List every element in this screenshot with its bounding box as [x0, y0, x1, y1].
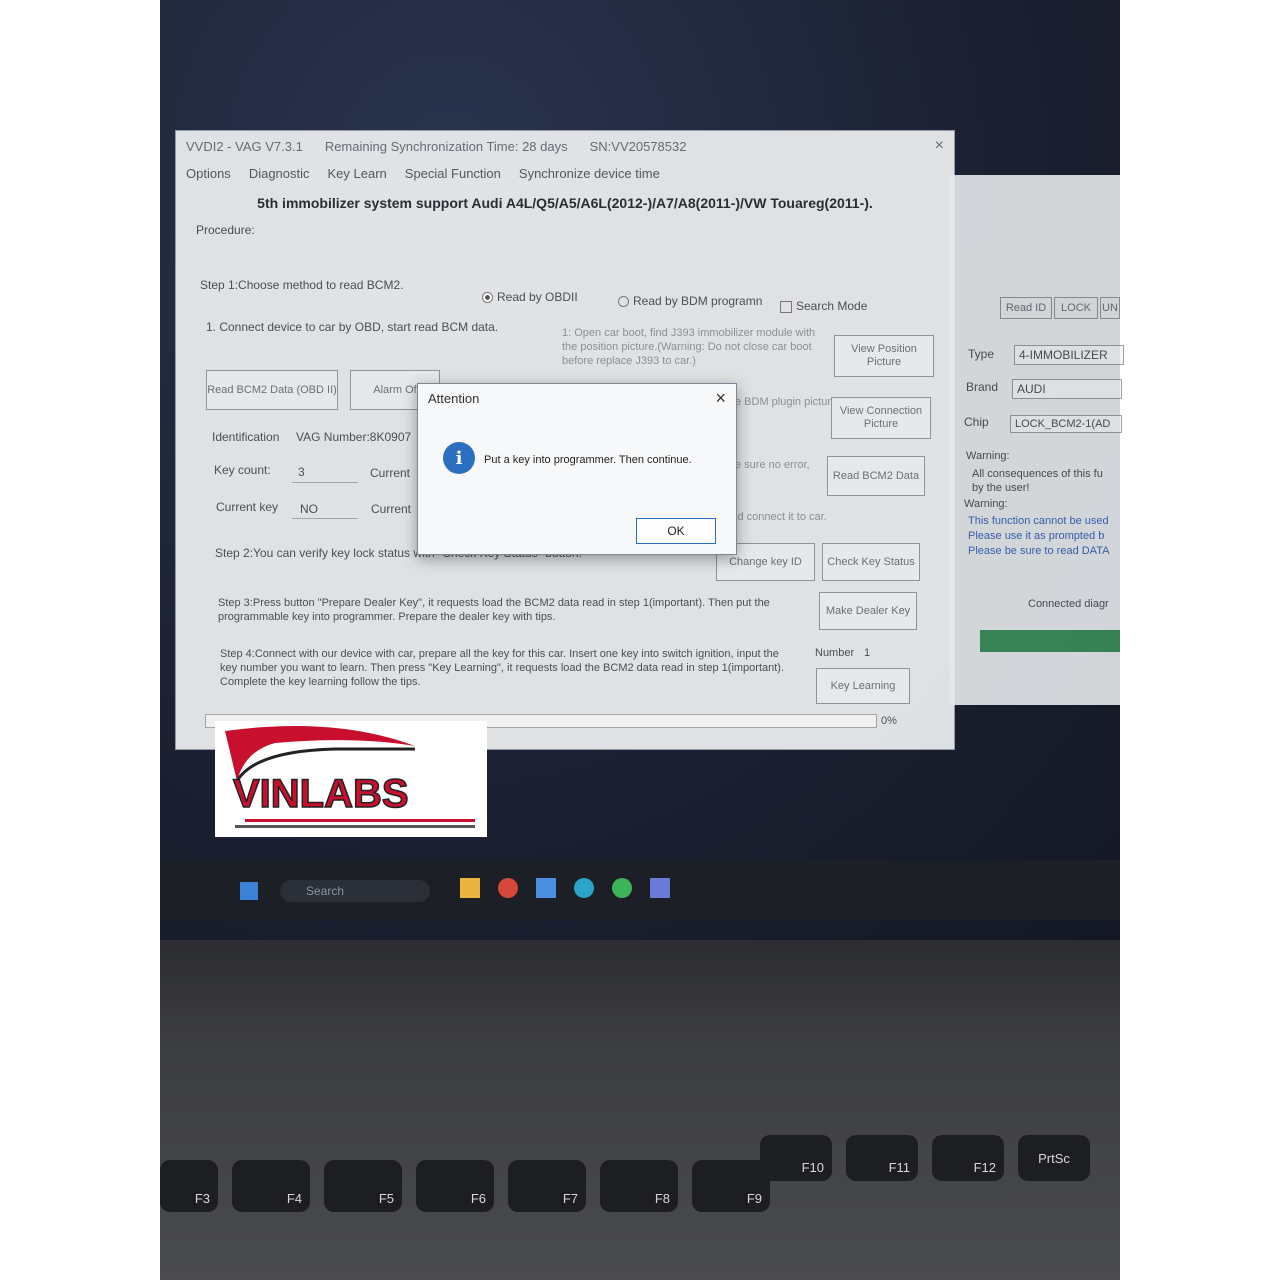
f12-key[interactable]: F12: [932, 1135, 1004, 1181]
current-key-label: Current key: [216, 500, 279, 514]
f9-key[interactable]: F9: [692, 1160, 770, 1212]
page-heading: 5th immobilizer system support Audi A4L/…: [257, 195, 873, 211]
prtsc-key[interactable]: PrtSc: [1018, 1135, 1090, 1181]
key-count-label: Key count:: [214, 463, 271, 477]
radio-bdm-label: Read by BDM programn: [633, 294, 763, 308]
current-key-field: [292, 518, 358, 519]
sync-time: Remaining Synchronization Time: 28 days: [324, 138, 568, 154]
read-bcm2-obd-button[interactable]: Read BCM2 Data (OBD II): [206, 370, 338, 410]
function-key-row-right: F10 F11 F12 PrtSc: [760, 1135, 1090, 1181]
radio-read-bdm[interactable]: Read by BDM programn: [618, 294, 762, 308]
check-key-status-button[interactable]: Check Key Status: [822, 543, 920, 581]
app-title: VVDI2 - VAG V7.3.1: [186, 138, 303, 154]
file-explorer-icon[interactable]: [460, 878, 480, 898]
key-learning-button[interactable]: Key Learning: [816, 668, 910, 704]
checkbox-icon: [780, 300, 792, 313]
number-value: 1: [864, 647, 871, 659]
chip-field: LOCK_BCM2-1(AD: [1010, 415, 1122, 433]
radio-read-obd[interactable]: Read by OBDII: [482, 290, 578, 304]
lock-button[interactable]: LOCK: [1054, 297, 1098, 319]
search-mode-label: Search Mode: [796, 299, 868, 313]
right-panel: Read ID LOCK UN Type 4-IMMOBILIZER Brand…: [950, 175, 1124, 705]
connection-diagram-image: [980, 630, 1120, 652]
warning1-text: All consequences of this fu by the user!: [972, 468, 1103, 494]
type-label: Type: [968, 347, 995, 361]
whatsapp-icon[interactable]: [612, 878, 632, 898]
function-key-row: F3 F4 F5 F6 F7 F8 F9: [160, 1160, 770, 1212]
menu-sync-time[interactable]: Synchronize device time: [519, 166, 660, 181]
progress-percent: 0%: [881, 715, 897, 727]
laptop-keyboard: F3 F4 F5 F6 F7 F8 F9 F10 F11 F12 PrtSc: [160, 940, 1120, 1280]
current-key-value: NO: [300, 502, 318, 516]
vinlabs-logo-graphic: VINLABS: [225, 726, 475, 828]
dialog-titlebar: Attention ×: [418, 384, 736, 412]
make-dealer-key-button[interactable]: Make Dealer Key: [819, 592, 917, 630]
menu-options[interactable]: Options: [186, 166, 231, 181]
f11-key[interactable]: F11: [846, 1135, 918, 1181]
type-field: 4-IMMOBILIZER: [1014, 345, 1124, 365]
key-count-field: [292, 482, 358, 483]
current-label-1: Current: [370, 466, 411, 480]
dialog-title: Attention: [428, 390, 480, 406]
step3-text: Step 3:Press button "Prepare Dealer Key"…: [218, 597, 770, 623]
brand-field: AUDI: [1012, 379, 1122, 399]
warning1-label: Warning:: [966, 450, 1010, 462]
step1-text: Step 1:Choose method to read BCM2.: [200, 278, 404, 292]
f8-key[interactable]: F8: [600, 1160, 678, 1212]
bdm-text-4: id connect it to car.: [735, 511, 827, 523]
taskbar-search[interactable]: Search: [280, 880, 430, 902]
f6-key[interactable]: F6: [416, 1160, 494, 1212]
unlock-button[interactable]: UN: [1100, 297, 1120, 319]
connected-diagram-label: Connected diagr: [1028, 598, 1109, 610]
dialog-close-icon[interactable]: ×: [715, 388, 726, 409]
ok-button[interactable]: OK: [636, 518, 716, 544]
vinlabs-logo: VINLABS: [215, 721, 487, 837]
chip-label: Chip: [964, 415, 989, 429]
info-icon: i: [443, 442, 475, 474]
brand-label: Brand: [966, 380, 999, 394]
number-label: Number: [815, 647, 855, 659]
radio-obd-label: Read by OBDII: [497, 290, 578, 304]
radio-checked-icon: [482, 292, 493, 304]
f7-key[interactable]: F7: [508, 1160, 586, 1212]
serial-number: SN:VV20578532: [589, 138, 687, 154]
store-icon[interactable]: [536, 878, 556, 898]
search-mode-checkbox[interactable]: Search Mode: [780, 299, 867, 313]
identification-label: Identification: [212, 430, 280, 444]
view-connection-picture-button[interactable]: View Connection Picture: [831, 397, 931, 439]
procedure-label: Procedure:: [196, 223, 255, 237]
key-count-value: 3: [298, 465, 305, 479]
read-bcm2-data-button[interactable]: Read BCM2 Data: [827, 456, 925, 496]
f10-key[interactable]: F10: [760, 1135, 832, 1181]
f4-key[interactable]: F4: [232, 1160, 310, 1212]
taskbar-apps: [460, 878, 670, 898]
radio-unchecked-icon: [618, 296, 629, 308]
menu-bar: Options Diagnostic Key Learn Special Fun…: [176, 161, 954, 185]
app-icon[interactable]: [650, 878, 670, 898]
vag-number: VAG Number:8K0907: [296, 430, 412, 444]
bdm-instructions: 1: Open car boot, find J393 immobilizer …: [562, 327, 816, 367]
taskbar: Search: [160, 860, 1120, 920]
current-label-2: Current: [371, 502, 412, 516]
chrome-icon[interactable]: [498, 878, 518, 898]
warning2-label: Warning:: [964, 498, 1008, 510]
attention-dialog: Attention × i Put a key into programmer.…: [417, 383, 737, 555]
window-titlebar: VVDI2 - VAG V7.3.1 Remaining Synchroniza…: [176, 131, 954, 161]
f3-key[interactable]: F3: [160, 1160, 218, 1212]
svg-text:VINLABS: VINLABS: [233, 772, 409, 816]
f5-key[interactable]: F5: [324, 1160, 402, 1212]
warning2-text: This function cannot be used Please use …: [968, 515, 1110, 557]
menu-key-learn[interactable]: Key Learn: [328, 166, 387, 181]
read-id-button[interactable]: Read ID: [1000, 297, 1052, 319]
menu-diagnostic[interactable]: Diagnostic: [249, 166, 310, 181]
edge-icon[interactable]: [574, 878, 594, 898]
menu-special-function[interactable]: Special Function: [405, 166, 501, 181]
bdm-text-3: e sure no error,: [735, 459, 810, 471]
dialog-message: Put a key into programmer. Then continue…: [484, 454, 692, 466]
step4-text: Step 4:Connect with our device with car,…: [220, 648, 785, 688]
windows-start-icon[interactable]: [240, 882, 258, 900]
close-icon[interactable]: ×: [935, 137, 944, 155]
view-position-picture-button[interactable]: View Position Picture: [834, 335, 934, 377]
obd-instructions: 1. Connect device to car by OBD, start r…: [206, 320, 499, 334]
